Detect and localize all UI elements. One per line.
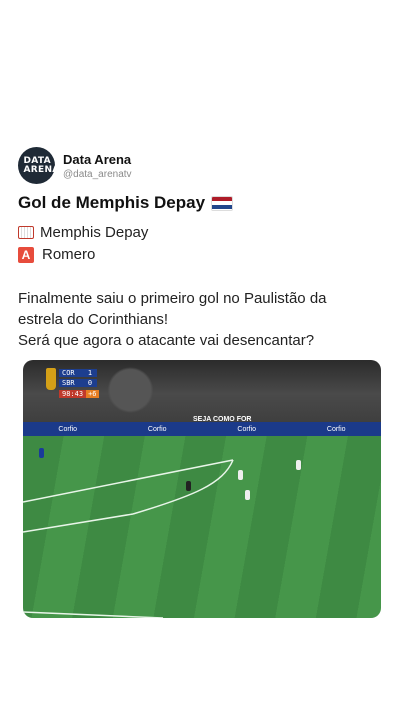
pitch-lines bbox=[23, 459, 234, 618]
ad-text: Corfio bbox=[147, 425, 167, 433]
trophy-icon bbox=[46, 368, 56, 390]
post-body-line: Será que agora o atacante vai desencanta… bbox=[18, 332, 315, 349]
goal-net-icon bbox=[18, 226, 34, 239]
team-away: SBR bbox=[59, 379, 83, 387]
ad-text: Corfio bbox=[326, 425, 346, 433]
assist-player: Romero bbox=[42, 246, 96, 263]
player bbox=[39, 448, 44, 458]
ad-banner: Corfio Corfio Corfio Corfio bbox=[23, 422, 381, 436]
goal-scorer-line: Memphis Depay bbox=[18, 224, 148, 241]
avatar-text: DATA ARENA bbox=[23, 155, 60, 175]
assist-line: A Romero bbox=[18, 246, 95, 263]
scoreboard: COR 1 SBR 0 98:43 +6 bbox=[46, 368, 99, 398]
video-player[interactable]: SEJA COMO FOR Corfio Corfio Corfio Corfi… bbox=[23, 360, 381, 618]
assist-a-icon: A bbox=[18, 246, 34, 263]
player bbox=[296, 460, 301, 470]
score-away: 0 bbox=[83, 379, 97, 387]
ad-text: Corfio bbox=[237, 425, 257, 433]
account-handle[interactable]: @data_arenatv bbox=[63, 169, 132, 180]
team-home: COR bbox=[59, 369, 83, 377]
account-name[interactable]: Data Arena bbox=[63, 152, 132, 167]
netherlands-flag-icon bbox=[211, 195, 234, 211]
goal-scorer: Memphis Depay bbox=[40, 224, 149, 241]
match-clock: 98:43 bbox=[59, 390, 87, 398]
post-title: Gol de Memphis Depay bbox=[18, 193, 234, 213]
post-body-line: estrela do Corinthians! bbox=[18, 311, 169, 328]
player bbox=[238, 470, 243, 480]
post-header[interactable]: DATA ARENA Data Arena @data_arenatv bbox=[18, 147, 132, 184]
player bbox=[186, 481, 191, 491]
ad-text: Corfio bbox=[58, 425, 78, 433]
football-pitch bbox=[23, 436, 381, 618]
added-time: +6 bbox=[86, 390, 99, 398]
player bbox=[245, 490, 250, 500]
post-title-text: Gol de Memphis Depay bbox=[18, 193, 206, 212]
score-home: 1 bbox=[83, 369, 97, 377]
post-body-line: Finalmente saiu o primeiro gol no Paulis… bbox=[18, 290, 327, 307]
avatar[interactable]: DATA ARENA bbox=[18, 147, 60, 184]
post-card: DATA ARENA Data Arena @data_arenatv Gol … bbox=[0, 0, 405, 720]
post-body: Finalmente saiu o primeiro gol no Paulis… bbox=[18, 288, 388, 351]
